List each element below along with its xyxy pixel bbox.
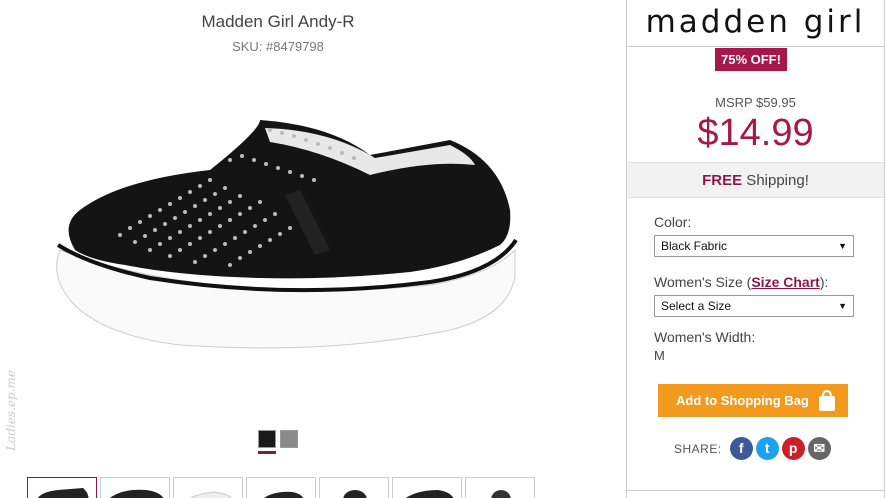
swatch-black[interactable] xyxy=(258,430,276,448)
color-label: Color: xyxy=(654,214,692,230)
size-chart-link[interactable]: Size Chart xyxy=(751,274,819,290)
thumbnail-1[interactable] xyxy=(27,477,97,498)
size-label-post: ): xyxy=(819,274,829,290)
selected-swatch-indicator xyxy=(258,451,276,454)
discount-badge: 75% OFF! xyxy=(715,48,787,71)
email-icon[interactable]: ✉ xyxy=(807,437,831,460)
product-title: Madden Girl Andy-R xyxy=(201,12,355,31)
size-label-pre: Women's Size ( xyxy=(654,274,752,290)
pinterest-icon[interactable]: p xyxy=(781,437,805,460)
thumbnail-strip xyxy=(27,477,535,498)
sale-price: $14.99 xyxy=(697,112,814,154)
dropdown-arrow-icon: ▼ xyxy=(838,301,847,311)
color-select[interactable]: Black Fabric ▼ xyxy=(654,235,854,257)
color-select-value: Black Fabric xyxy=(661,239,728,253)
size-select[interactable]: Select a Size ▼ xyxy=(654,295,854,317)
thumbnail-2[interactable] xyxy=(100,477,170,498)
thumbnail-5[interactable] xyxy=(319,477,389,498)
divider xyxy=(627,46,884,47)
divider xyxy=(627,490,884,491)
size-label: Women's Size (Size Chart): xyxy=(654,274,828,290)
brand-logo[interactable]: madden girl xyxy=(627,4,884,40)
thumbnail-3[interactable] xyxy=(173,477,243,498)
color-swatches xyxy=(258,430,298,448)
width-label: Women's Width: xyxy=(654,329,756,345)
swatch-gray[interactable] xyxy=(280,430,298,448)
thumbnail-4[interactable] xyxy=(246,477,316,498)
shipping-banner: FREE Shipping! xyxy=(627,162,884,198)
share-bar: SHARE: f t p ✉ xyxy=(674,437,831,460)
product-sku: SKU: #8479798 xyxy=(232,39,324,54)
purchase-panel: madden girl 75% OFF! MSRP $59.95 $14.99 … xyxy=(626,0,885,498)
product-main-image[interactable] xyxy=(30,100,530,370)
width-value: M xyxy=(654,348,665,363)
size-select-value: Select a Size xyxy=(661,299,732,313)
thumbnail-6[interactable] xyxy=(392,477,462,498)
msrp-price: MSRP $59.95 xyxy=(715,95,796,110)
thumbnail-7[interactable] xyxy=(465,477,535,498)
watermark: Ladies.ep.me xyxy=(4,370,18,451)
dropdown-arrow-icon: ▼ xyxy=(838,241,847,251)
twitter-icon[interactable]: t xyxy=(755,437,779,460)
shopping-bag-icon xyxy=(819,389,835,411)
shipping-free: FREE xyxy=(702,172,743,189)
share-label: SHARE: xyxy=(674,441,722,456)
add-to-bag-button[interactable]: Add to Shopping Bag xyxy=(658,384,848,417)
facebook-icon[interactable]: f xyxy=(729,437,753,460)
shipping-text: Shipping! xyxy=(742,172,809,189)
add-to-bag-label: Add to Shopping Bag xyxy=(676,393,809,408)
